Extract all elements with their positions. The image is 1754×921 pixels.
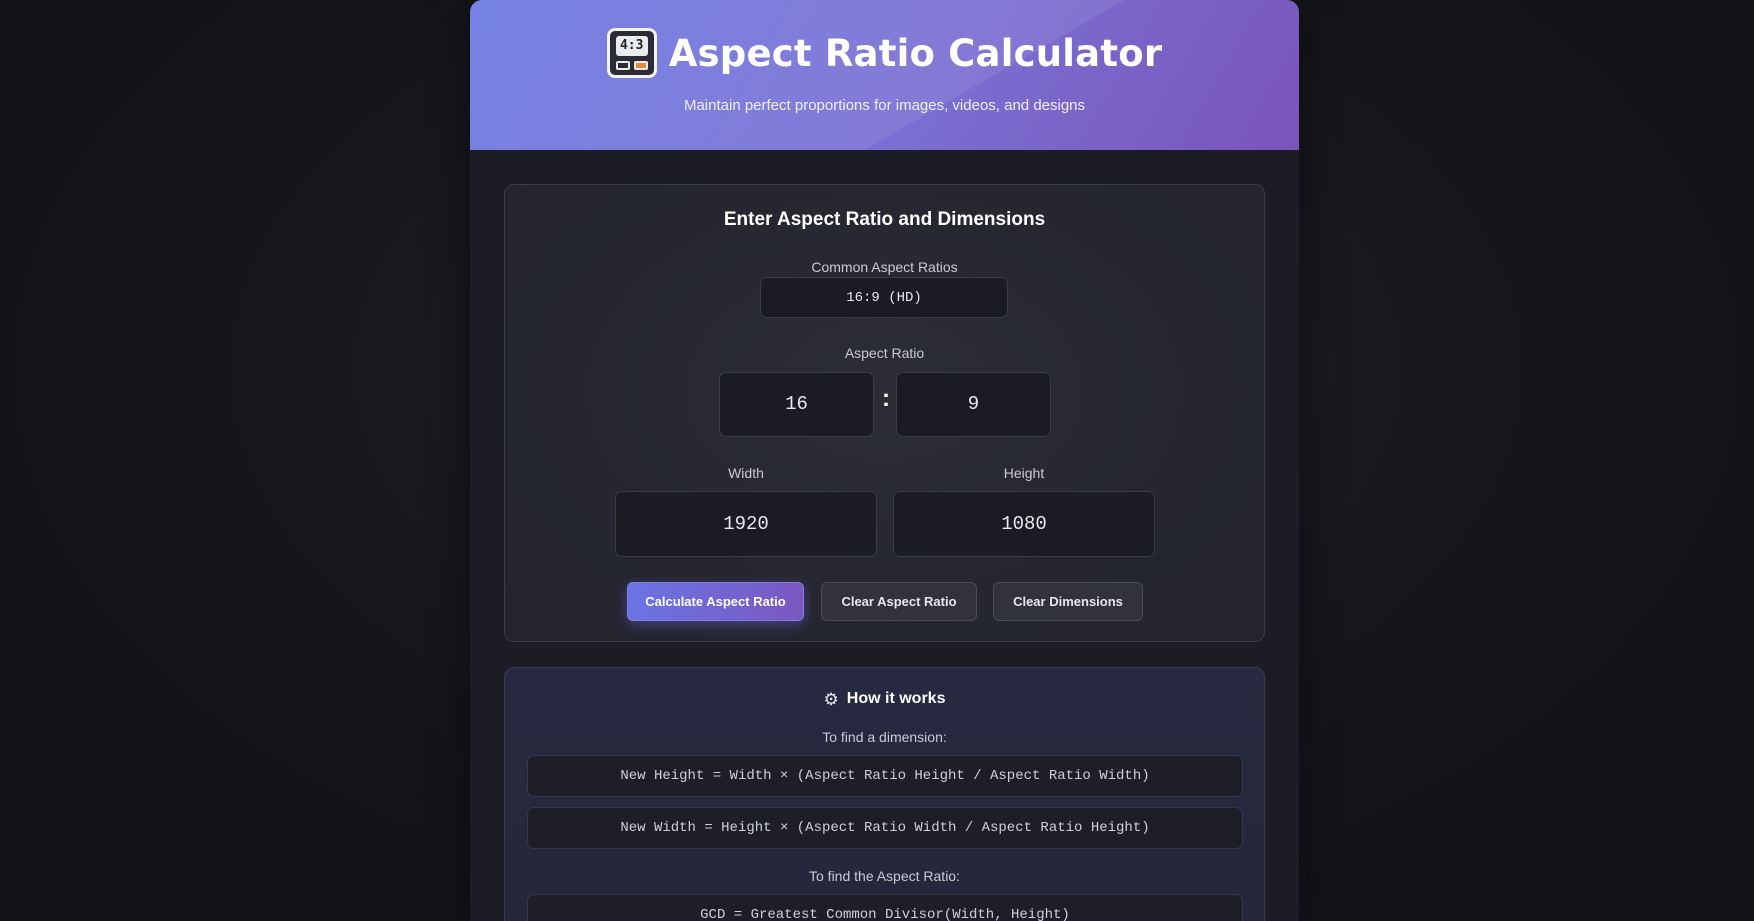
clear-aspect-ratio-button[interactable]: Clear Aspect Ratio — [821, 582, 977, 621]
formula-new-height: New Height = Width × (Aspect Ratio Heigh… — [527, 755, 1243, 797]
common-ratios-select[interactable]: 16:9 (HD) — [760, 277, 1008, 318]
clear-dimensions-button[interactable]: Clear Dimensions — [993, 582, 1143, 621]
how-it-works-card: ⚙ How it works To find a dimension: New … — [504, 667, 1265, 921]
formula-gcd: GCD = Greatest Common Divisor(Width, Hei… — [527, 894, 1243, 921]
title-row: 4:3 Aspect Ratio Calculator — [470, 28, 1299, 78]
ratio-height-input[interactable]: 9 — [896, 372, 1051, 437]
calculate-aspect-ratio-button[interactable]: Calculate Aspect Ratio — [627, 582, 804, 621]
logo-key-icon — [615, 61, 630, 70]
width-input[interactable]: 1920 — [615, 491, 877, 557]
aspect-ratio-calculator-icon: 4:3 — [606, 28, 657, 78]
find-ratio-label: To find the Aspect Ratio: — [809, 868, 960, 884]
find-dimension-label: To find a dimension: — [822, 729, 947, 745]
ratio-width-input[interactable]: 16 — [719, 372, 874, 437]
logo-screen-text: 4:3 — [615, 36, 648, 56]
gear-icon: ⚙ — [823, 689, 839, 709]
formula-new-width: New Width = Height × (Aspect Ratio Width… — [527, 807, 1243, 849]
header: 4:3 Aspect Ratio Calculator Maintain per… — [470, 0, 1299, 150]
logo-key-icon — [633, 61, 648, 70]
page-subtitle: Maintain perfect proportions for images,… — [683, 97, 1086, 114]
calculator-title: Enter Aspect Ratio and Dimensions — [723, 209, 1046, 230]
page-title: Aspect Ratio Calculator — [668, 31, 1163, 75]
common-ratios-label: Common Aspect Ratios — [811, 259, 958, 275]
height-input[interactable]: 1080 — [893, 491, 1155, 557]
aspect-ratio-label: Aspect Ratio — [844, 345, 925, 361]
ratio-separator: : — [882, 385, 890, 412]
calculator-card: Enter Aspect Ratio and Dimensions Common… — [504, 184, 1265, 642]
how-it-works-heading: ⚙ How it works — [505, 690, 1264, 708]
app-container: 4:3 Aspect Ratio Calculator Maintain per… — [470, 0, 1299, 921]
how-it-works-title: How it works — [846, 690, 946, 707]
height-label: Height — [1003, 465, 1045, 481]
width-label: Width — [728, 465, 764, 481]
